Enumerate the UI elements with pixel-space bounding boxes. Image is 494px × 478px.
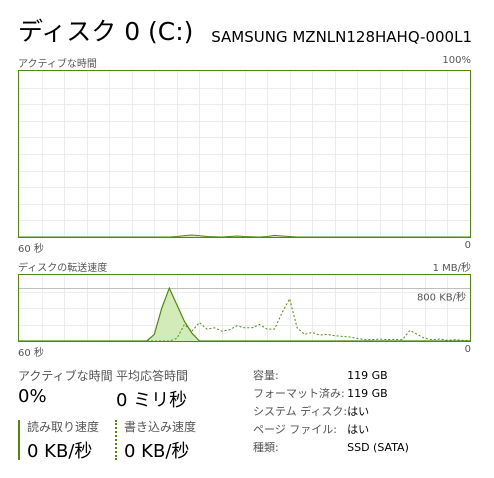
property-value: はい xyxy=(347,405,370,418)
active-time-time-label: 60 秒 xyxy=(18,244,44,255)
write-speed-value: 0 KB/秒 xyxy=(124,441,190,462)
transfer-rate-chart: 800 KB/秒 xyxy=(19,275,470,341)
property-row: ページ ファイル: はい xyxy=(253,420,409,438)
read-speed-value: 0 KB/秒 xyxy=(27,441,93,462)
page-title: ディスク 0 (C:) xyxy=(18,17,194,46)
disk-properties: 容量: 119 GB フォーマット済み: 119 GB システム ディスク: は… xyxy=(253,366,409,456)
property-value: 119 GB xyxy=(347,386,388,400)
active-time-stat-value: 0% xyxy=(18,386,47,407)
device-model: SAMSUNG MZNLN128HAHQ-000L1 xyxy=(211,28,472,46)
property-key: 容量: xyxy=(253,369,279,382)
active-time-graph-label: アクティブな時間 xyxy=(18,59,97,70)
property-value: 119 GB xyxy=(347,368,388,382)
active-time-min-label: 0 xyxy=(464,240,471,251)
active-time-graph xyxy=(18,70,471,238)
property-key: ページ ファイル: xyxy=(253,423,337,436)
property-key: システム ディスク: xyxy=(253,405,348,418)
avg-response-stat-value: 0 ミリ秒 xyxy=(116,390,188,411)
transfer-time-label: 60 秒 xyxy=(18,348,44,359)
property-value: SSD (SATA) xyxy=(347,440,409,454)
reference-line-label: 800 KB/秒 xyxy=(417,291,466,304)
property-value: はい xyxy=(347,423,370,436)
property-row: 種類: SSD (SATA) xyxy=(253,438,409,456)
write-speed-label: 書き込み速度 xyxy=(124,420,197,434)
property-row: フォーマット済み: 119 GB xyxy=(253,384,409,402)
property-row: システム ディスク: はい xyxy=(253,402,409,420)
active-time-chart xyxy=(19,71,470,237)
property-key: 種類: xyxy=(253,441,279,454)
read-speed-legend-line xyxy=(18,420,20,460)
transfer-max-label: 1 MB/秒 xyxy=(432,263,471,274)
transfer-min-label: 0 xyxy=(464,344,471,355)
active-time-stat-label: アクティブな時間 xyxy=(18,369,113,383)
transfer-graph-label: ディスクの転送速度 xyxy=(18,263,108,274)
property-row: 容量: 119 GB xyxy=(253,366,409,384)
property-key: フォーマット済み: xyxy=(253,387,345,400)
disk-performance-panel: ディスク 0 (C:) SAMSUNG MZNLN128HAHQ-000L1 ア… xyxy=(0,0,494,478)
read-speed-label: 読み取り速度 xyxy=(27,420,100,434)
transfer-rate-graph: 800 KB/秒 xyxy=(18,274,471,342)
write-speed-legend-line xyxy=(115,420,117,460)
avg-response-stat-label: 平均応答時間 xyxy=(116,369,189,383)
active-time-max-label: 100% xyxy=(442,55,471,66)
